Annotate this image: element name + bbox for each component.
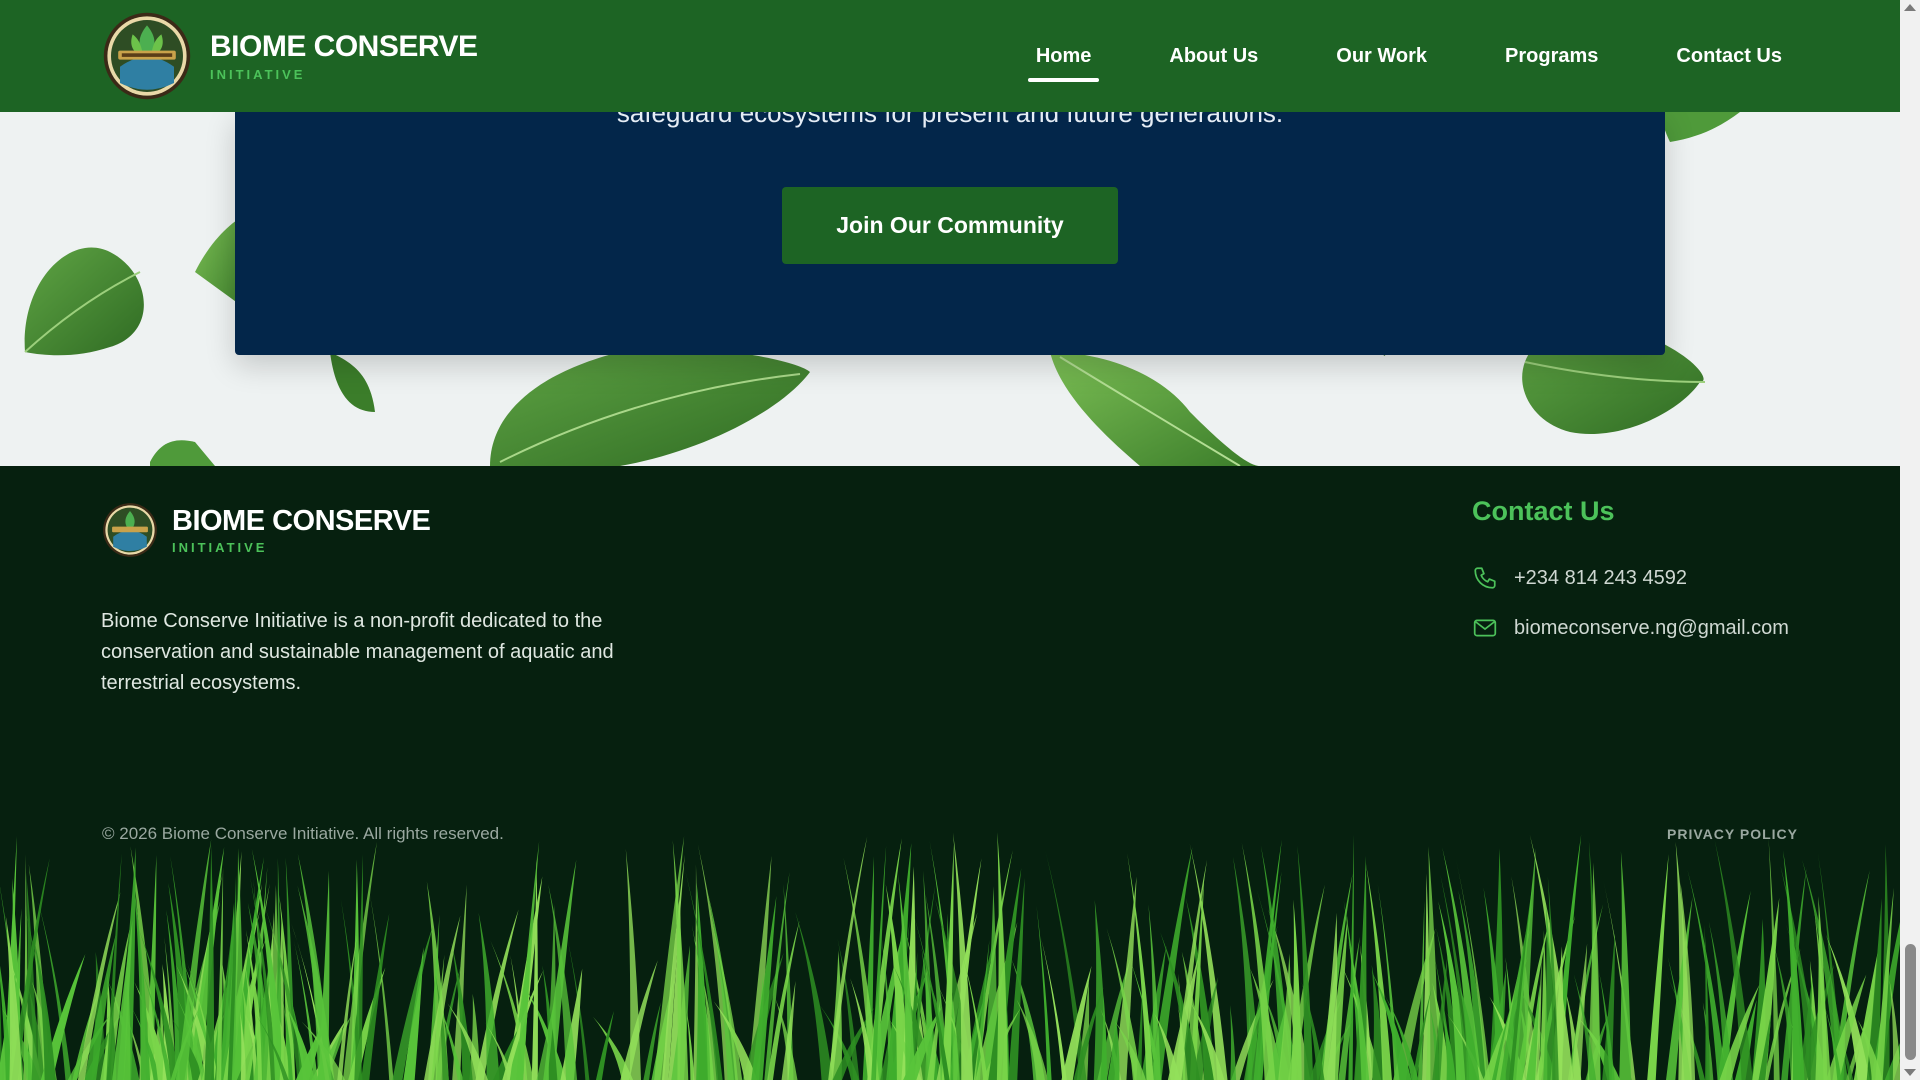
footer-description: Biome Conserve Initiative is a non-profi…	[101, 610, 614, 694]
nav-about-us[interactable]: About Us	[1169, 45, 1258, 68]
join-community-button[interactable]: Join Our Community	[782, 187, 1118, 264]
footer-brand-name: BIOME CONSERVE	[172, 504, 431, 537]
nav-home[interactable]: Home	[1027, 45, 1099, 82]
mail-icon	[1473, 619, 1497, 637]
footer-contact-title: Contact Us	[1472, 496, 1615, 526]
footer-phone[interactable]: +234 814 243 4592	[1472, 553, 1832, 603]
logo-badge-icon	[103, 12, 191, 100]
phone-icon	[1474, 567, 1496, 589]
grass-illustration	[0, 832, 1900, 1080]
footer-brand-tagline: INITIATIVE	[172, 539, 268, 555]
scroll-thumb[interactable]	[1905, 944, 1916, 1060]
cta-card: safeguard ecosystems for present and fut…	[235, 112, 1665, 355]
page-scrollbar[interactable]	[1900, 0, 1920, 1080]
nav-contact-us[interactable]: Contact Us	[1676, 45, 1782, 68]
footer-logo-badge-icon	[103, 503, 157, 557]
footer-phone-text: +234 814 243 4592	[1514, 566, 1687, 589]
main-menu: Home About Us Our Work Programs Contact …	[958, 0, 1782, 112]
footer-email[interactable]: biomeconserve.ng@gmail.com	[1472, 603, 1832, 653]
header-logo[interactable]: BIOME CONSERVE INITIATIVE	[102, 11, 478, 101]
cta-section: safeguard ecosystems for present and fut…	[0, 112, 1900, 466]
footer-logo[interactable]: BIOME CONSERVE INITIATIVE	[102, 502, 431, 558]
scroll-down-arrow-icon[interactable]	[1904, 1069, 1916, 1076]
scroll-up-arrow-icon[interactable]	[1904, 4, 1916, 11]
brand-tagline: INITIATIVE	[210, 66, 306, 82]
nav-programs[interactable]: Programs	[1505, 45, 1598, 68]
footer-contact: Contact Us +234 814 243 4592 biomeconser…	[1472, 496, 1832, 653]
nav-our-work[interactable]: Our Work	[1336, 45, 1427, 68]
footer-email-text: biomeconserve.ng@gmail.com	[1514, 616, 1789, 639]
brand-name: BIOME CONSERVE	[210, 29, 478, 63]
top-navigation: BIOME CONSERVE INITIATIVE Home About Us …	[0, 0, 1900, 112]
cta-text: safeguard ecosystems for present and fut…	[616, 112, 1284, 128]
site-footer: BIOME CONSERVE INITIATIVE Biome Conserve…	[0, 466, 1900, 1080]
